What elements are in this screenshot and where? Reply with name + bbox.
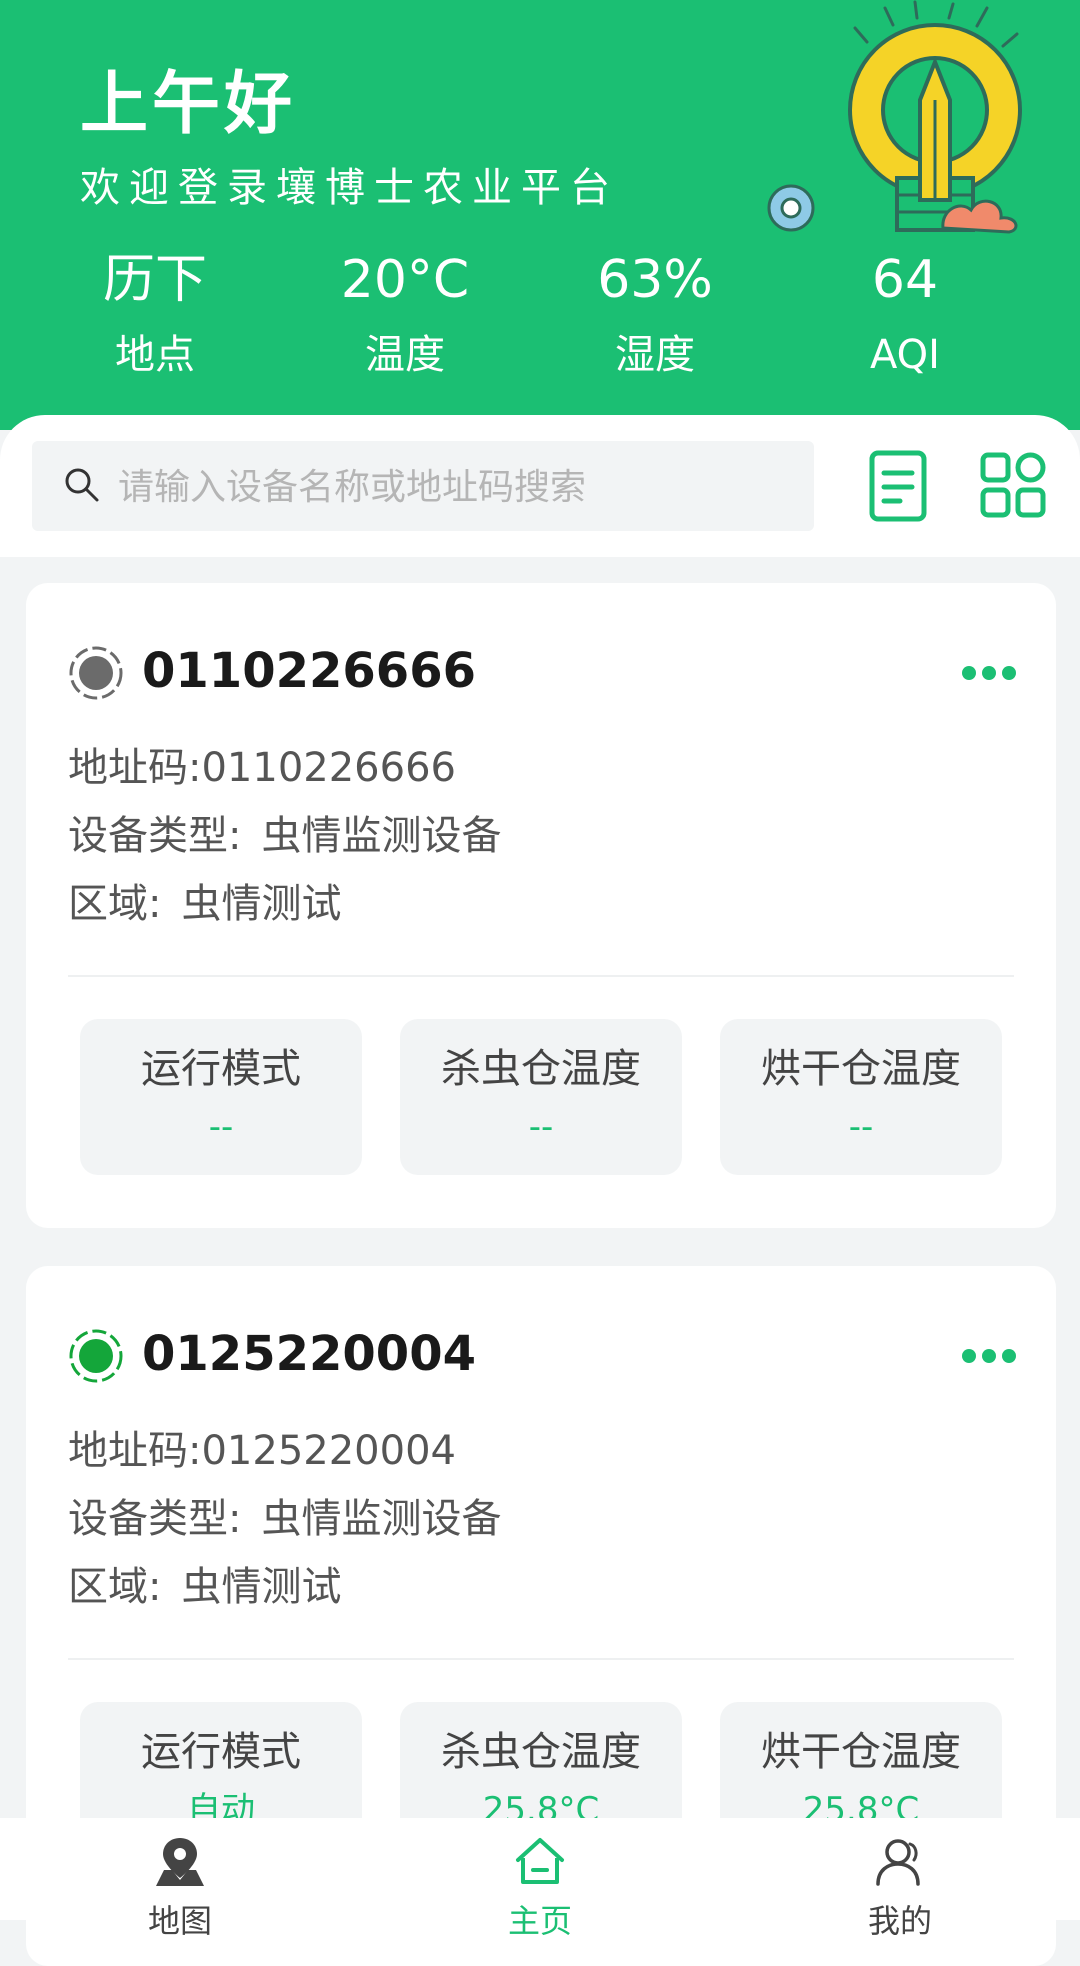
stat-label: 温度: [365, 332, 445, 378]
search-input[interactable]: [116, 441, 800, 533]
stat-value: 历下: [102, 250, 207, 310]
metric-value: --: [848, 1107, 874, 1147]
bottom-nav: 地图 主页 我的: [0, 1818, 1080, 1940]
offline-status-icon: [69, 646, 123, 700]
search-icon: [65, 468, 99, 502]
metric-group: 运行模式 -- 杀虫仓温度 -- 烘干仓温度 --: [80, 1019, 1002, 1175]
device-type-label: 设备类型:: [68, 1496, 242, 1542]
address-label: 地址码:: [68, 1428, 202, 1474]
device-title: 0125220004: [142, 1326, 476, 1382]
address-label: 地址码:: [68, 745, 202, 791]
metric-label: 杀虫仓温度: [441, 1046, 641, 1092]
card-divider: [68, 1658, 1014, 1660]
header-banner: 上午好 欢迎登录壤博士农业平台 历下 地点 20°C 温度 63% 湿度 64 …: [0, 0, 1080, 430]
device-type-row: 设备类型: 虫情监测设备: [68, 1486, 501, 1544]
metric-label: 烘干仓温度: [761, 1729, 961, 1775]
user-icon: [876, 1839, 920, 1886]
area-row: 区域: 虫情测试: [68, 1554, 341, 1612]
greeting-title: 上午好: [80, 65, 297, 144]
home-icon: [516, 1838, 564, 1884]
address-row: 地址码:0125220004: [68, 1418, 456, 1476]
area-row: 区域: 虫情测试: [68, 871, 341, 929]
metric-label: 杀虫仓温度: [441, 1729, 641, 1775]
metric-label: 运行模式: [141, 1046, 301, 1092]
nav-label: 主页: [507, 1902, 572, 1940]
nav-item-map[interactable]: 地图: [80, 1818, 280, 1940]
search-box[interactable]: [32, 441, 814, 533]
device-type-row: 设备类型: 虫情监测设备: [68, 803, 501, 861]
stat-location: 历下 地点: [30, 245, 280, 395]
address-value: 0110226666: [201, 745, 456, 791]
metric-label: 烘干仓温度: [761, 1046, 961, 1092]
metric-dry-chamber-temp: 烘干仓温度 --: [720, 1019, 1002, 1175]
area-value: 虫情测试: [181, 881, 342, 927]
address-value: 0125220004: [201, 1428, 456, 1474]
area-label: 区域:: [68, 1564, 162, 1610]
online-status-icon: [69, 1329, 123, 1383]
stat-label: 湿度: [615, 332, 695, 378]
search-panel: [0, 415, 1080, 557]
welcome-subtitle: 欢迎登录壤博士农业平台: [80, 165, 619, 211]
map-pin-icon: [156, 1838, 204, 1886]
metric-value: --: [528, 1107, 554, 1147]
stat-label: AQI: [870, 332, 940, 378]
area-label: 区域:: [68, 881, 162, 927]
metric-kill-chamber-temp: 杀虫仓温度 --: [400, 1019, 682, 1175]
stat-aqi: 64 AQI: [780, 245, 1030, 395]
stat-value: 20°C: [340, 250, 470, 310]
weather-stats: 历下 地点 20°C 温度 63% 湿度 64 AQI: [0, 245, 1030, 395]
grid-view-icon[interactable]: [980, 452, 1046, 518]
metric-value: --: [208, 1107, 234, 1147]
card-divider: [68, 975, 1014, 977]
stat-value: 64: [871, 250, 939, 310]
metric-run-mode: 运行模式 --: [80, 1019, 362, 1175]
device-type-value: 虫情监测设备: [261, 813, 502, 859]
area-value: 虫情测试: [181, 1564, 342, 1610]
stat-value: 63%: [597, 250, 713, 310]
device-card[interactable]: 0110226666 地址码:0110226666 设备类型: 虫情监测设备 区域…: [26, 583, 1056, 1228]
device-title: 0110226666: [142, 643, 476, 699]
list-view-icon[interactable]: [868, 449, 928, 523]
nav-label: 我的: [867, 1902, 932, 1940]
device-type-label: 设备类型:: [68, 813, 242, 859]
stat-humidity: 63% 湿度: [530, 245, 780, 395]
nav-label: 地图: [147, 1902, 212, 1940]
nav-item-profile[interactable]: 我的: [800, 1818, 1000, 1940]
stat-label: 地点: [115, 332, 195, 378]
more-options-icon[interactable]: [962, 1346, 1016, 1366]
metric-label: 运行模式: [141, 1729, 301, 1775]
address-row: 地址码:0110226666: [68, 735, 456, 793]
nav-item-home[interactable]: 主页: [440, 1818, 640, 1940]
lightbulb-illustration: [767, 0, 1022, 234]
more-options-icon[interactable]: [962, 663, 1016, 683]
stat-temperature: 20°C 温度: [280, 245, 530, 395]
device-type-value: 虫情监测设备: [261, 1496, 502, 1542]
